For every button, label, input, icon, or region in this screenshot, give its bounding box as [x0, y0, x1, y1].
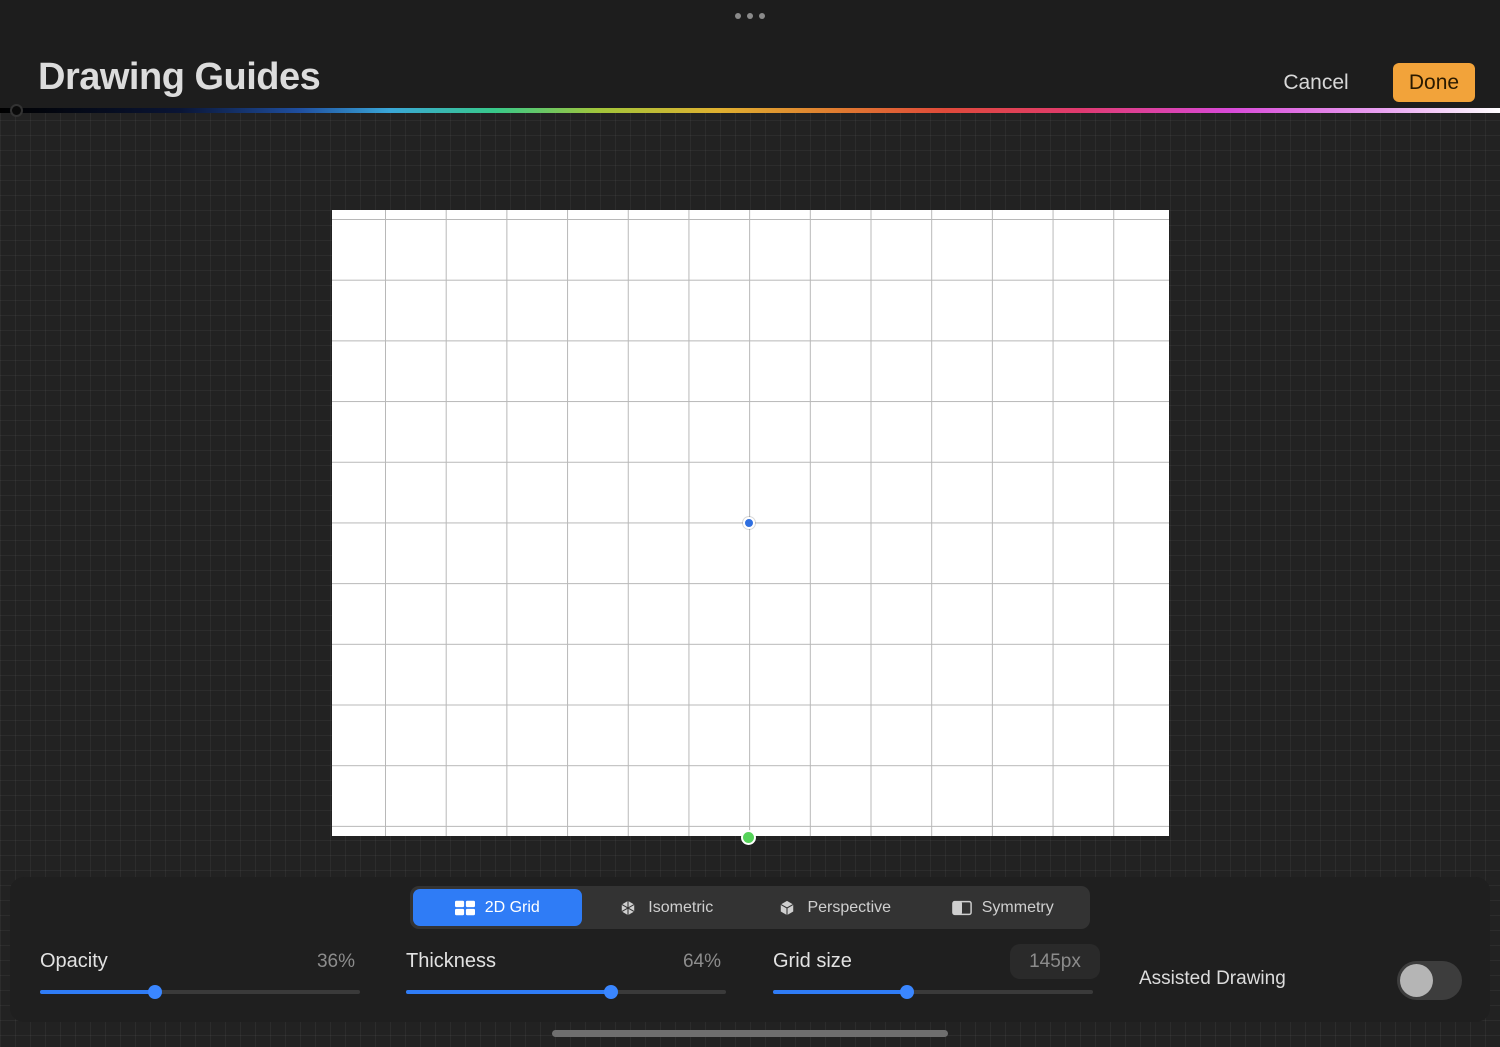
assisted-drawing-label: Assisted Drawing	[1139, 968, 1286, 989]
thickness-slider-thumb[interactable]	[603, 985, 618, 999]
grid-size-slider[interactable]	[773, 985, 1093, 999]
grid-2d-icon	[454, 900, 475, 915]
tab-2d-grid-label: 2D Grid	[484, 898, 540, 916]
home-indicator[interactable]	[552, 1030, 948, 1037]
symmetry-icon	[951, 900, 972, 915]
thickness-value: 64%	[682, 951, 721, 972]
page-title: Drawing Guides	[38, 56, 321, 98]
more-dots-icon[interactable]	[735, 10, 765, 22]
thickness-slider[interactable]	[406, 985, 726, 999]
cancel-button[interactable]: Cancel	[1266, 66, 1366, 100]
grid-size-slider-fill	[773, 990, 908, 994]
tab-isometric-label: Isometric	[648, 898, 714, 916]
opacity-value: 36%	[316, 951, 355, 972]
tab-perspective-label: Perspective	[807, 898, 892, 916]
assisted-drawing-toggle-knob	[1400, 964, 1433, 997]
thickness-label: Thickness	[406, 950, 497, 972]
tab-symmetry[interactable]: Symmetry	[919, 889, 1088, 926]
tab-isometric[interactable]: Isometric	[582, 889, 751, 926]
tab-symmetry-label: Symmetry	[981, 898, 1054, 916]
grid-rotation-node[interactable]	[741, 830, 756, 845]
opacity-slider[interactable]	[40, 985, 360, 999]
grid-size-label: Grid size	[773, 950, 852, 972]
isometric-icon	[621, 900, 635, 915]
opacity-label: Opacity	[40, 950, 108, 972]
thickness-slider-fill	[406, 990, 611, 994]
guide-color-slider[interactable]	[0, 108, 1500, 113]
grid-center-node[interactable]	[743, 517, 755, 529]
perspective-icon	[780, 900, 794, 915]
guide-color-handle[interactable]	[10, 104, 23, 117]
tab-perspective[interactable]: Perspective	[750, 889, 919, 926]
tab-2d-grid[interactable]: 2D Grid	[413, 889, 582, 926]
grid-size-value-field[interactable]: 145px	[1010, 944, 1100, 979]
guide-type-selector: 2D Grid Isometric Perspective Symmetry	[410, 886, 1090, 929]
done-button[interactable]: Done	[1393, 63, 1475, 102]
assisted-drawing-toggle[interactable]	[1397, 961, 1462, 1000]
opacity-slider-fill	[40, 990, 156, 994]
